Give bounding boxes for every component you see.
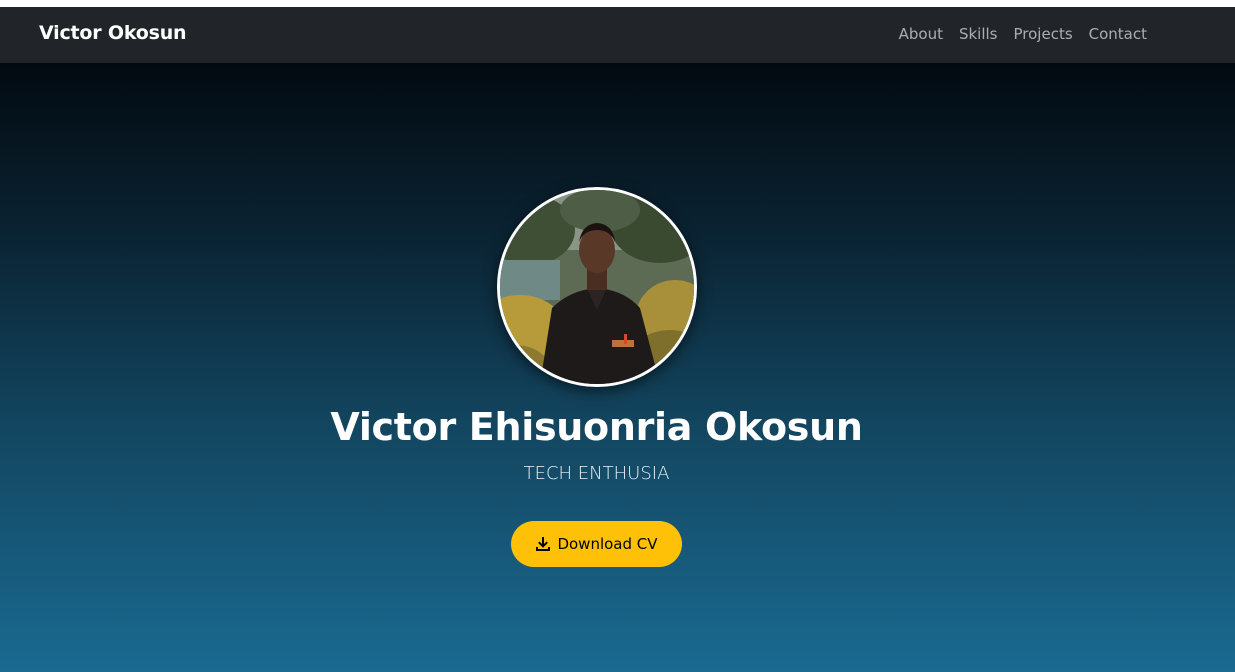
navbar: Victor Okosun About Skills Projects Cont… xyxy=(0,7,1235,63)
profile-avatar xyxy=(497,187,697,387)
nav-links: About Skills Projects Contact xyxy=(883,25,1147,43)
nav-link-about[interactable]: About xyxy=(899,25,943,43)
download-cv-button[interactable]: Download CV xyxy=(511,521,682,567)
hero-subtitle: TECH ENTHUSIA xyxy=(523,463,670,484)
window-top-strip xyxy=(0,0,1235,7)
nav-link-skills[interactable]: Skills xyxy=(959,25,998,43)
brand-link[interactable]: Victor Okosun xyxy=(39,22,187,44)
nav-link-projects[interactable]: Projects xyxy=(1014,25,1073,43)
profile-photo-image xyxy=(500,190,694,384)
hero-name: Victor Ehisuonria Okosun xyxy=(330,405,863,449)
download-cv-label: Download CV xyxy=(557,535,658,553)
download-icon xyxy=(535,536,551,552)
hero-section: Victor Ehisuonria Okosun TECH ENTHUSIA D… xyxy=(0,63,1235,672)
nav-link-contact[interactable]: Contact xyxy=(1089,25,1147,43)
